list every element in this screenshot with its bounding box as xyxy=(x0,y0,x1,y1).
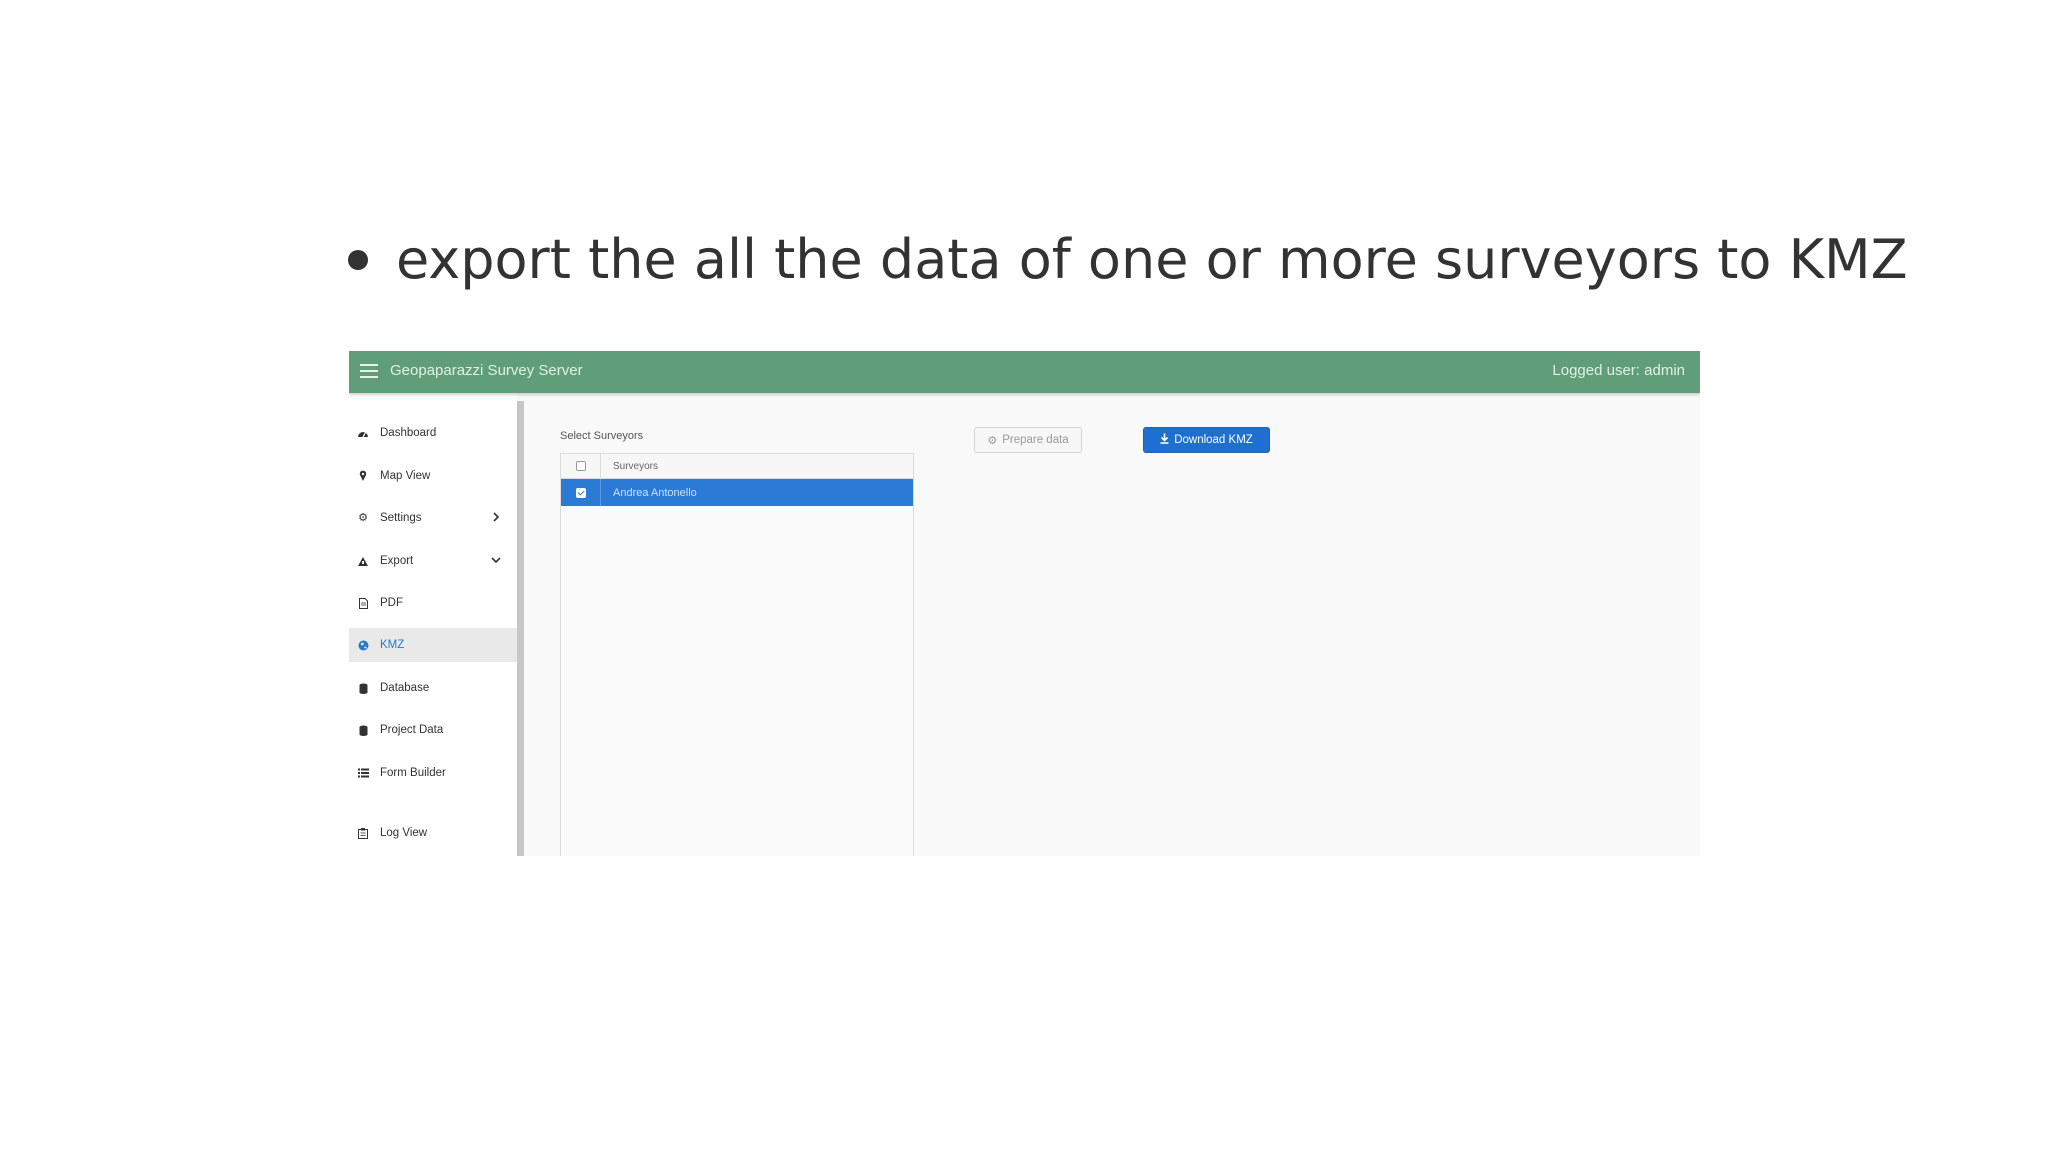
sidebar-item-map-view[interactable]: Map View xyxy=(349,459,517,493)
file-icon xyxy=(357,597,369,609)
slide-bullet-text: export the all the data of one or more s… xyxy=(396,228,1908,291)
sidebar-scrollbar[interactable] xyxy=(517,401,524,856)
sidebar-item-label: Form Builder xyxy=(380,767,446,779)
app-screenshot: Geopaparazzi Survey Server Logged user: … xyxy=(349,351,1700,856)
sidebar-item-database[interactable]: Database xyxy=(349,671,517,705)
sidebar-item-label: Export xyxy=(380,555,414,567)
sidebar-item-label: Map View xyxy=(380,470,431,482)
sidebar-item-pdf[interactable]: PDF xyxy=(349,586,517,620)
table-row[interactable]: Andrea Antonello xyxy=(561,479,913,506)
database-icon xyxy=(357,724,369,736)
export-icon xyxy=(357,555,369,567)
select-all-checkbox[interactable] xyxy=(575,461,586,471)
sidebar-item-label: Settings xyxy=(380,512,422,524)
row-checkbox[interactable] xyxy=(575,487,586,498)
dashboard-icon xyxy=(357,427,369,439)
column-header-surveyors[interactable]: Surveyors xyxy=(601,454,658,478)
bullet-dot-icon xyxy=(348,250,368,270)
surveyor-name: Andrea Antonello xyxy=(613,486,697,499)
chevron-down-icon[interactable] xyxy=(489,553,503,567)
download-kmz-label: Download KMZ xyxy=(1174,434,1253,446)
surveyors-grid: Surveyors Andrea Antonello xyxy=(560,453,914,856)
log-icon xyxy=(357,827,369,839)
sidebar-item-form-builder[interactable]: Form Builder xyxy=(349,756,517,790)
sidebar-item-dashboard[interactable]: Dashboard xyxy=(349,416,517,450)
sidebar-item-kmz[interactable]: KMZ xyxy=(349,628,517,662)
sidebar-item-label: PDF xyxy=(380,597,403,609)
list-icon xyxy=(357,767,369,779)
download-kmz-button[interactable]: Download KMZ xyxy=(1143,427,1270,453)
slide-bullet: export the all the data of one or more s… xyxy=(348,224,1908,296)
prepare-data-label: Prepare data xyxy=(1002,434,1069,446)
download-icon xyxy=(1160,433,1169,447)
sidebar-item-project-data[interactable]: Project Data xyxy=(349,713,517,747)
chevron-right-icon[interactable] xyxy=(489,510,503,524)
app-title: Geopaparazzi Survey Server xyxy=(390,362,583,379)
map-pin-icon xyxy=(357,470,369,482)
select-surveyors-label: Select Surveyors xyxy=(560,430,644,442)
globe-icon xyxy=(357,639,369,651)
hamburger-menu-icon[interactable] xyxy=(360,364,378,378)
sidebar-item-label: Database xyxy=(380,682,430,694)
sidebar-item-label: Project Data xyxy=(380,724,444,736)
sidebar: Dashboard Map View ⚙ Settings Export PDF xyxy=(349,393,517,856)
sidebar-item-label: Dashboard xyxy=(380,427,437,439)
gears-icon: ⚙ xyxy=(987,434,998,447)
prepare-data-button[interactable]: ⚙ Prepare data xyxy=(974,427,1082,453)
sidebar-item-label: KMZ xyxy=(380,639,405,651)
sidebar-item-export[interactable]: Export xyxy=(349,544,517,578)
sidebar-item-log-view[interactable]: Log View xyxy=(349,816,517,850)
sidebar-item-settings[interactable]: ⚙ Settings xyxy=(349,501,517,535)
gears-icon: ⚙ xyxy=(358,511,368,524)
sidebar-item-label: Log View xyxy=(380,827,428,839)
logged-user-label: Logged user: admin xyxy=(1552,362,1685,379)
database-icon xyxy=(357,682,369,694)
grid-header: Surveyors xyxy=(561,454,913,479)
top-bar: Geopaparazzi Survey Server Logged user: … xyxy=(349,351,1700,393)
